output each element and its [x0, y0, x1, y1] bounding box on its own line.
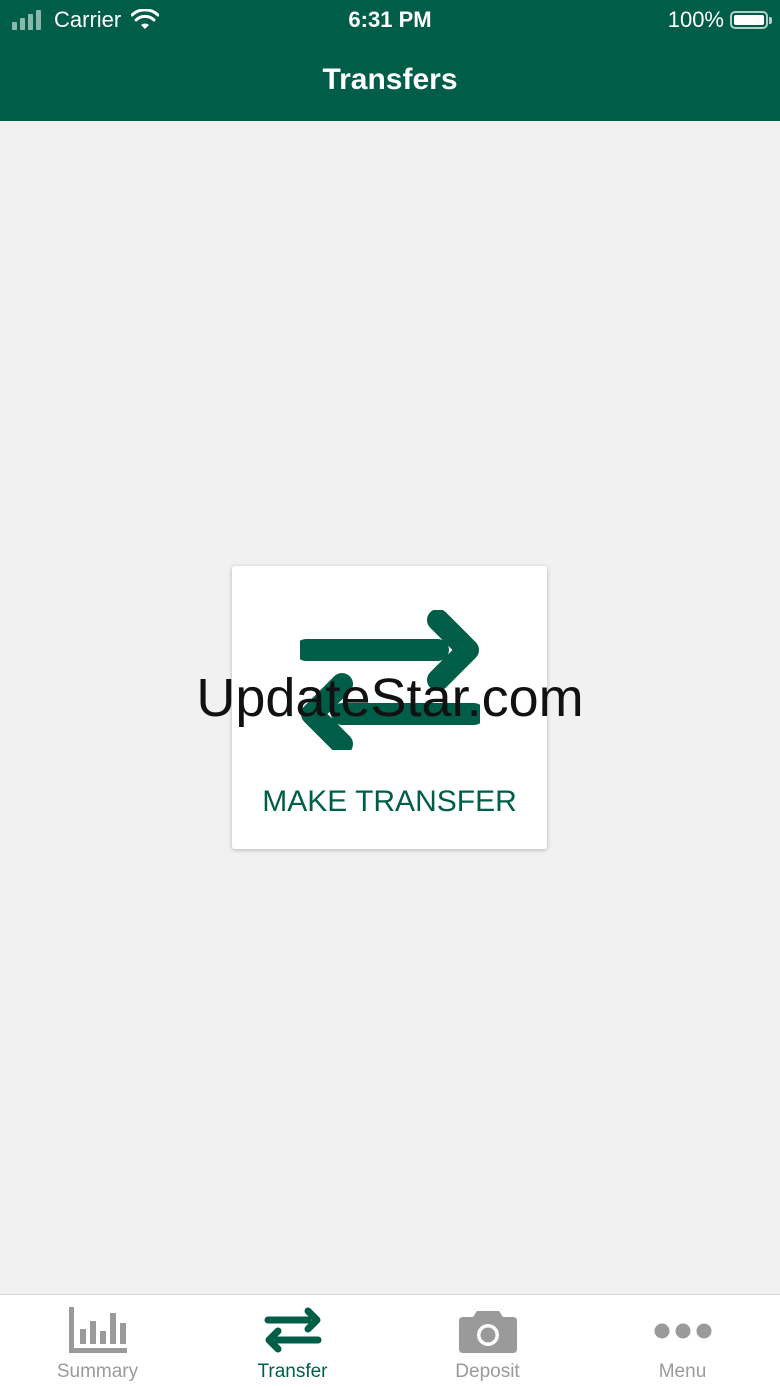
app-header: Carrier 6:31 PM 100% Transfers [0, 0, 780, 121]
main-content: MAKE TRANSFER [0, 121, 780, 1294]
battery-percentage: 100% [667, 7, 724, 32]
transfer-arrows-icon [300, 610, 480, 750]
status-time: 6:31 PM [348, 7, 432, 32]
tab-summary-label: Summary [56, 1361, 139, 1382]
status-right: 100% [667, 6, 772, 34]
tab-menu[interactable]: Menu [585, 1295, 780, 1387]
status-bar: Carrier 6:31 PM 100% [0, 0, 780, 40]
page-title: Transfers [322, 63, 458, 96]
make-transfer-button[interactable]: MAKE TRANSFER [232, 566, 547, 849]
tab-deposit[interactable]: Deposit [390, 1295, 585, 1387]
bottom-tab-bar: Summary Transfer Deposit Menu [0, 1294, 780, 1387]
make-transfer-label: MAKE TRANSFER [262, 785, 517, 818]
battery-icon [730, 11, 772, 29]
bar-chart-icon [68, 1307, 127, 1353]
tab-transfer[interactable]: Transfer [195, 1295, 390, 1387]
tab-transfer-label: Transfer [257, 1361, 328, 1382]
tab-menu-label: Menu [658, 1361, 707, 1382]
transfer-arrows-icon [264, 1307, 321, 1353]
tab-deposit-label: Deposit [455, 1361, 520, 1382]
camera-icon [458, 1311, 517, 1353]
more-dots-icon [654, 1323, 711, 1339]
tab-summary[interactable]: Summary [0, 1295, 195, 1387]
